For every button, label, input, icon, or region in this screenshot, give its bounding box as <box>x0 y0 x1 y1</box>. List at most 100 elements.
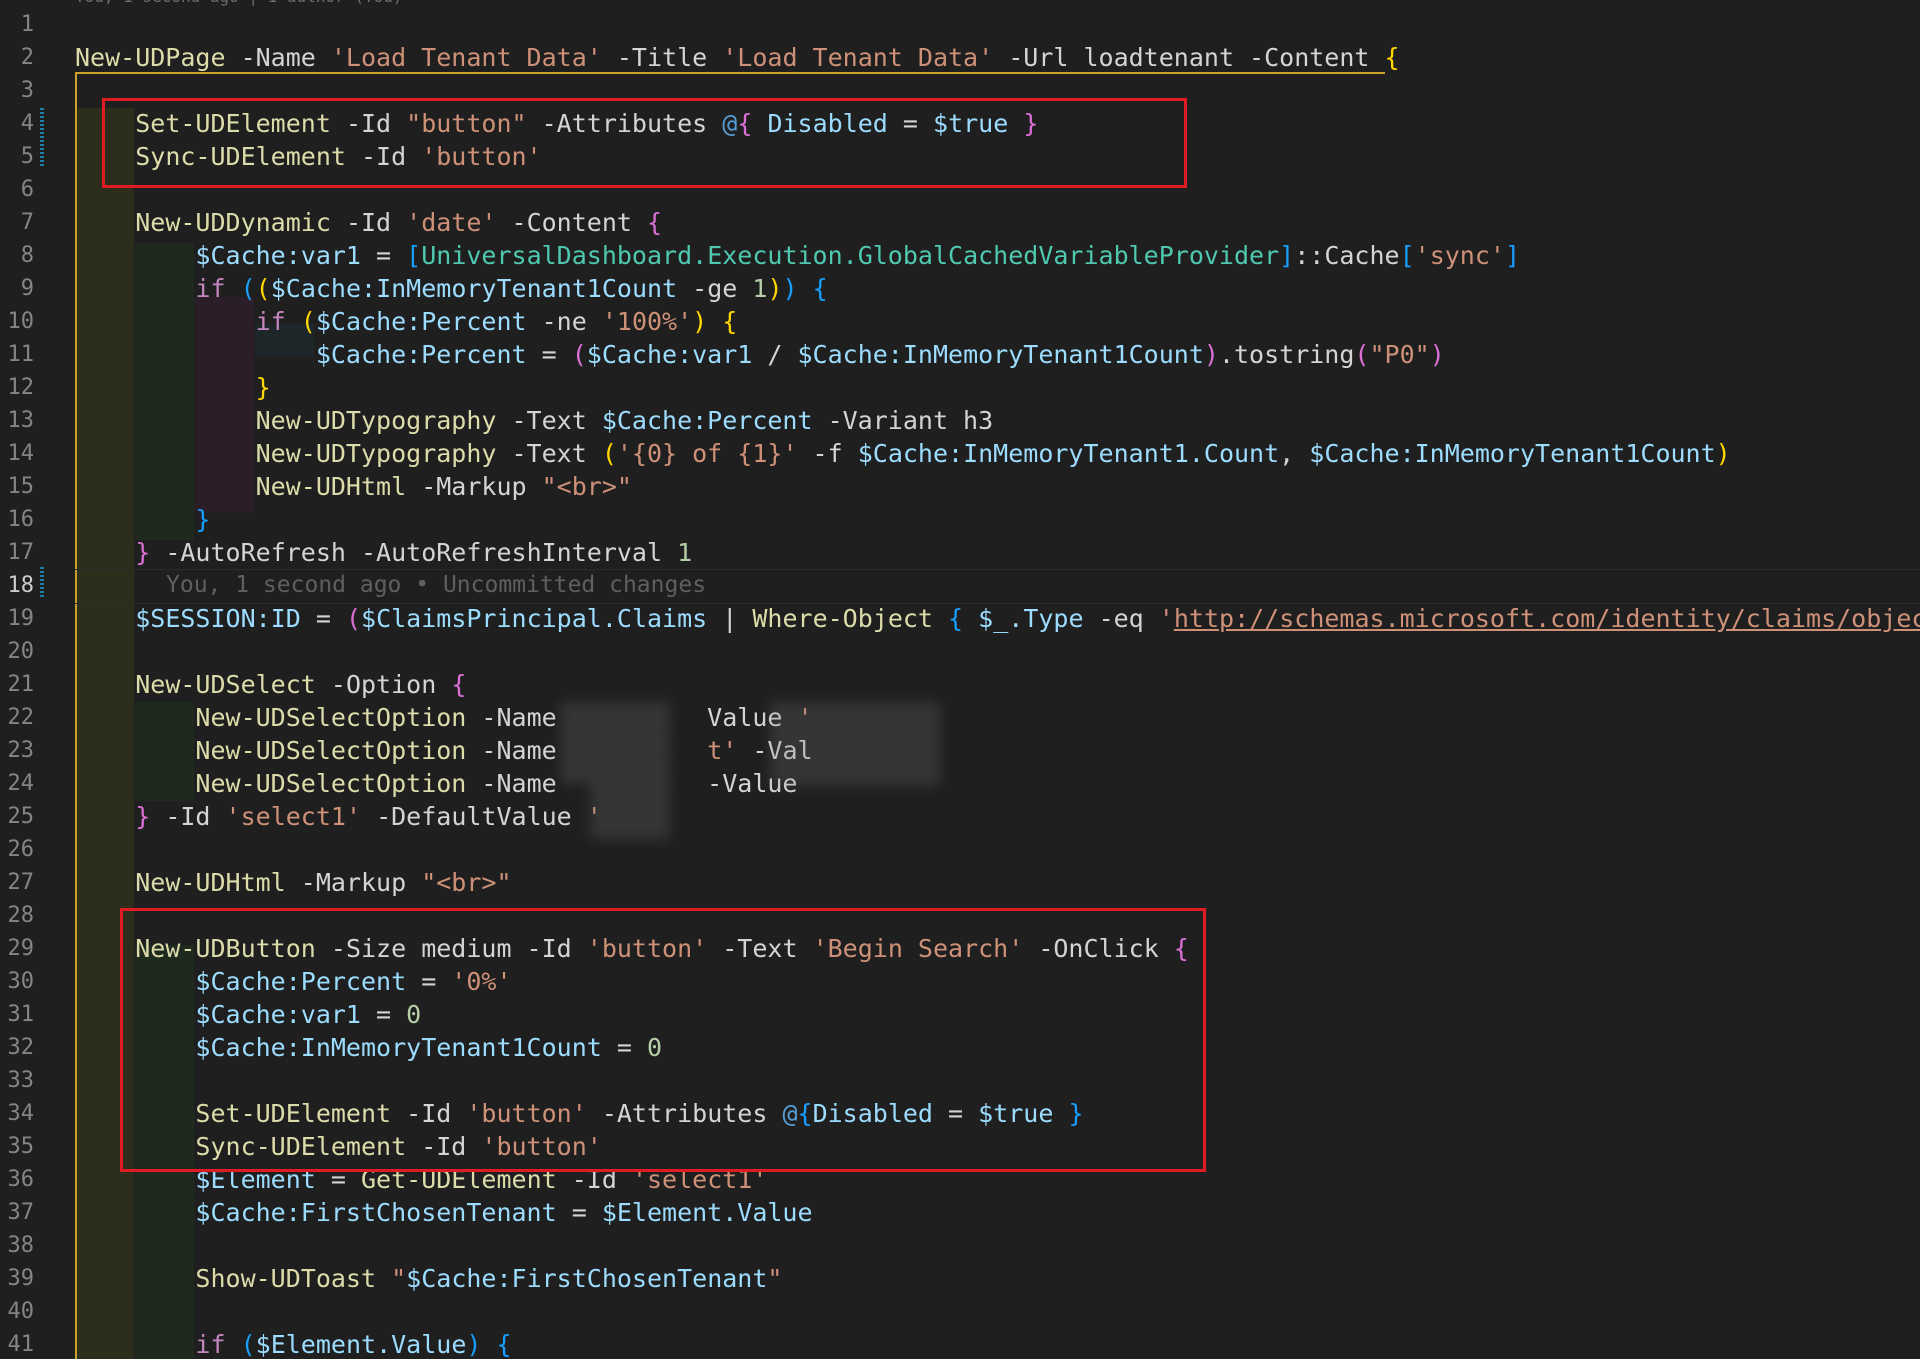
code-line-14[interactable]: 14 New-UDTypography -Text ('{0} of {1}' … <box>0 437 1920 470</box>
redacted-region-option-3 <box>560 756 670 784</box>
line-number[interactable]: 3 <box>0 74 34 107</box>
line-code-text[interactable]: } -AutoRefresh -AutoRefreshInterval 1 <box>75 536 692 569</box>
code-line-17[interactable]: 17 } -AutoRefresh -AutoRefreshInterval 1 <box>0 536 1920 569</box>
code-line-7[interactable]: 7 New-UDDynamic -Id 'date' -Content { <box>0 206 1920 239</box>
code-line-15[interactable]: 15 New-UDHtml -Markup "<br>" <box>0 470 1920 503</box>
line-number[interactable]: 24 <box>0 767 35 800</box>
code-editor[interactable]: You, 1 second ago | 1 author (You) 12 New… <box>0 0 1920 1359</box>
line-code-text[interactable]: $Cache:var1 = [UniversalDashboard.Execut… <box>75 239 1520 272</box>
line-number[interactable]: 4 <box>0 107 34 140</box>
code-line-40[interactable]: 40 <box>0 1295 1920 1328</box>
line-number[interactable]: 20 <box>0 635 35 668</box>
line-number[interactable]: 6 <box>0 173 34 206</box>
line-number[interactable]: 16 <box>0 503 35 536</box>
line-number[interactable]: 7 <box>0 206 34 239</box>
line-number[interactable]: 1 <box>0 8 34 41</box>
line-code-text[interactable]: New-UDSelectOption -Name t' -Val <box>75 734 812 767</box>
annotation-box-button-onclick <box>120 908 1206 1172</box>
line-code-text[interactable]: New-UDTypography -Text $Cache:Percent -V… <box>75 404 994 437</box>
code-line-10[interactable]: 10 if ($Cache:Percent -ne '100%') { <box>0 305 1920 338</box>
line-number[interactable]: 8 <box>0 239 34 272</box>
line-code-text[interactable]: $Cache:Percent = ($Cache:var1 / $Cache:I… <box>75 338 1445 371</box>
line-number[interactable]: 5 <box>0 140 34 173</box>
line-code-text[interactable]: New-UDSelectOption -Name Value ' <box>75 701 812 734</box>
code-line-20[interactable]: 20 <box>0 635 1920 668</box>
line-number[interactable]: 9 <box>0 272 34 305</box>
line-number[interactable]: 12 <box>0 371 35 404</box>
line-number[interactable]: 14 <box>0 437 35 470</box>
code-line-37[interactable]: 37 $Cache:FirstChosenTenant = $Element.V… <box>0 1196 1920 1229</box>
redacted-region-option-values <box>770 702 940 786</box>
code-line-22[interactable]: 22 New-UDSelectOption -Name Value ' <box>0 701 1920 734</box>
line-code-text[interactable]: New-UDHtml -Markup "<br>" <box>75 470 632 503</box>
line-number[interactable]: 18 <box>0 569 35 602</box>
line-number[interactable]: 31 <box>0 998 35 1031</box>
line-number[interactable]: 30 <box>0 965 35 998</box>
line-number[interactable]: 28 <box>0 899 35 932</box>
code-line-8[interactable]: 8 $Cache:var1 = [UniversalDashboard.Exec… <box>0 239 1920 272</box>
code-line-27[interactable]: 27 New-UDHtml -Markup "<br>" <box>0 866 1920 899</box>
line-number[interactable]: 33 <box>0 1064 35 1097</box>
code-line-18[interactable]: 18 You, 1 second ago • Uncommitted change… <box>0 569 1920 604</box>
line-number[interactable]: 36 <box>0 1163 35 1196</box>
code-line-38[interactable]: 38 <box>0 1229 1920 1262</box>
line-number[interactable]: 34 <box>0 1097 35 1130</box>
line-number[interactable]: 35 <box>0 1130 35 1163</box>
line-code-text[interactable]: if (($Cache:InMemoryTenant1Count -ge 1))… <box>75 272 827 305</box>
line-code-text[interactable]: New-UDDynamic -Id 'date' -Content { <box>75 206 662 239</box>
line-number[interactable]: 32 <box>0 1031 35 1064</box>
inline-blame-annotation: You, 1 second ago • Uncommitted changes <box>166 572 707 598</box>
code-line-11[interactable]: 11 $Cache:Percent = ($Cache:var1 / $Cach… <box>0 338 1920 371</box>
code-line-12[interactable]: 12 } <box>0 371 1920 404</box>
line-number[interactable]: 27 <box>0 866 35 899</box>
code-line-41[interactable]: 41 if ($Element.Value) { <box>0 1328 1920 1359</box>
redacted-region-option-1 <box>560 702 670 730</box>
code-line-21[interactable]: 21 New-UDSelect -Option { <box>0 668 1920 701</box>
line-number[interactable]: 2 <box>0 41 34 74</box>
code-line-39[interactable]: 39 Show-UDToast "$Cache:FirstChosenTenan… <box>0 1262 1920 1295</box>
annotation-box-set-sync-element-top <box>102 98 1187 188</box>
line-number[interactable]: 15 <box>0 470 35 503</box>
line-code-text[interactable]: New-UDPage -Name 'Load Tenant Data' -Tit… <box>75 41 1400 74</box>
line-number[interactable]: 40 <box>0 1295 35 1328</box>
line-code-text[interactable]: $Cache:FirstChosenTenant = $Element.Valu… <box>75 1196 812 1229</box>
line-code-text[interactable]: New-UDSelectOption -Name -Value <box>75 767 797 800</box>
line-number[interactable]: 39 <box>0 1262 35 1295</box>
code-line-1[interactable]: 1 <box>0 8 1920 41</box>
code-line-23[interactable]: 23 New-UDSelectOption -Name t' -Val <box>0 734 1920 767</box>
line-number[interactable]: 29 <box>0 932 35 965</box>
line-code-text[interactable]: } -Id 'select1' -DefaultValue ' <box>75 800 602 833</box>
code-line-19[interactable]: 19 $SESSION:ID = ($ClaimsPrincipal.Claim… <box>0 602 1920 635</box>
code-line-13[interactable]: 13 New-UDTypography -Text $Cache:Percent… <box>0 404 1920 437</box>
line-number[interactable]: 23 <box>0 734 35 767</box>
line-number[interactable]: 19 <box>0 602 35 635</box>
line-number[interactable]: 17 <box>0 536 35 569</box>
line-number[interactable]: 22 <box>0 701 35 734</box>
line-code-text[interactable]: if ($Element.Value) { <box>75 1328 511 1359</box>
line-number[interactable]: 10 <box>0 305 35 338</box>
code-line-16[interactable]: 16 } <box>0 503 1920 536</box>
line-number[interactable]: 38 <box>0 1229 35 1262</box>
line-number[interactable]: 37 <box>0 1196 35 1229</box>
line-code-text[interactable]: New-UDHtml -Markup "<br>" <box>75 866 511 899</box>
codelens-author-header[interactable]: You, 1 second ago | 1 author (You) <box>75 0 403 8</box>
code-line-25[interactable]: 25 } -Id 'select1' -DefaultValue ' <box>0 800 1920 833</box>
line-number[interactable]: 13 <box>0 404 35 437</box>
line-code-text[interactable]: New-UDTypography -Text ('{0} of {1}' -f … <box>75 437 1731 470</box>
redacted-region-default-value <box>590 783 670 839</box>
line-number[interactable]: 25 <box>0 800 35 833</box>
line-code-text[interactable]: $SESSION:ID = ($ClaimsPrincipal.Claims |… <box>75 602 1920 635</box>
code-line-24[interactable]: 24 New-UDSelectOption -Name -Value <box>0 767 1920 800</box>
line-number[interactable]: 26 <box>0 833 35 866</box>
line-number[interactable]: 21 <box>0 668 35 701</box>
line-code-text[interactable]: } <box>75 371 271 404</box>
line-code-text[interactable]: } <box>75 503 210 536</box>
code-line-9[interactable]: 9 if (($Cache:InMemoryTenant1Count -ge 1… <box>0 272 1920 305</box>
code-line-26[interactable]: 26 <box>0 833 1920 866</box>
line-code-text[interactable]: if ($Cache:Percent -ne '100%') { <box>75 305 738 338</box>
line-number[interactable]: 41 <box>0 1328 35 1359</box>
line-number[interactable]: 11 <box>0 338 35 371</box>
code-line-2[interactable]: 2 New-UDPage -Name 'Load Tenant Data' -Ti… <box>0 41 1920 74</box>
line-code-text[interactable]: New-UDSelect -Option { <box>75 668 466 701</box>
line-code-text[interactable]: Show-UDToast "$Cache:FirstChosenTenant" <box>75 1262 782 1295</box>
